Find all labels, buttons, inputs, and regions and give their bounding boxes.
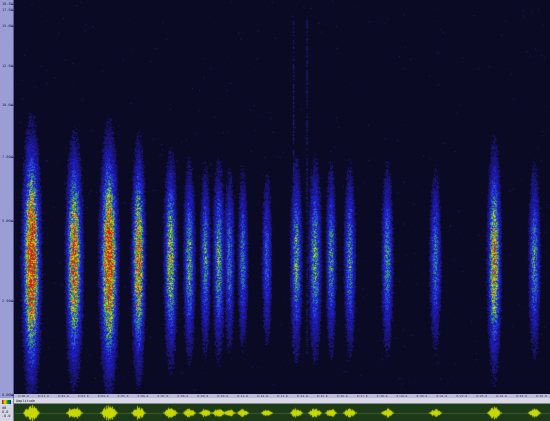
waveform-side-panel: dB 0.0 -6.0 (0, 398, 14, 421)
waveform-title: Amplitude (16, 399, 35, 403)
spectrogram-canvas[interactable] (15, 0, 550, 394)
frequency-tick-mark (11, 9, 14, 11)
waveform-canvas[interactable] (15, 404, 550, 421)
frequency-tick-mark (11, 300, 14, 302)
spectrogram-window: 18.3kHz 17.5kHz 15.0kHz 12.5kHz 10.0kHz 7.50k… (0, 0, 550, 421)
frequency-tick-mark (11, 157, 14, 159)
frequency-axis[interactable]: 18.3kHz 17.5kHz 15.0kHz 12.5kHz 10.0kHz 7.50k… (0, 0, 17, 398)
frequency-tick-mark (11, 3, 14, 5)
waveform-side-label-bottom: -6.0 (2, 414, 11, 418)
frequency-tick-mark (11, 65, 14, 67)
waveform-panel: dB 0.0 -6.0 Amplitude (0, 398, 550, 421)
color-scale-swatch[interactable] (2, 400, 11, 404)
frequency-tick-mark (11, 105, 14, 107)
frequency-tick-mark (11, 25, 14, 27)
frequency-tick-mark (11, 220, 14, 222)
